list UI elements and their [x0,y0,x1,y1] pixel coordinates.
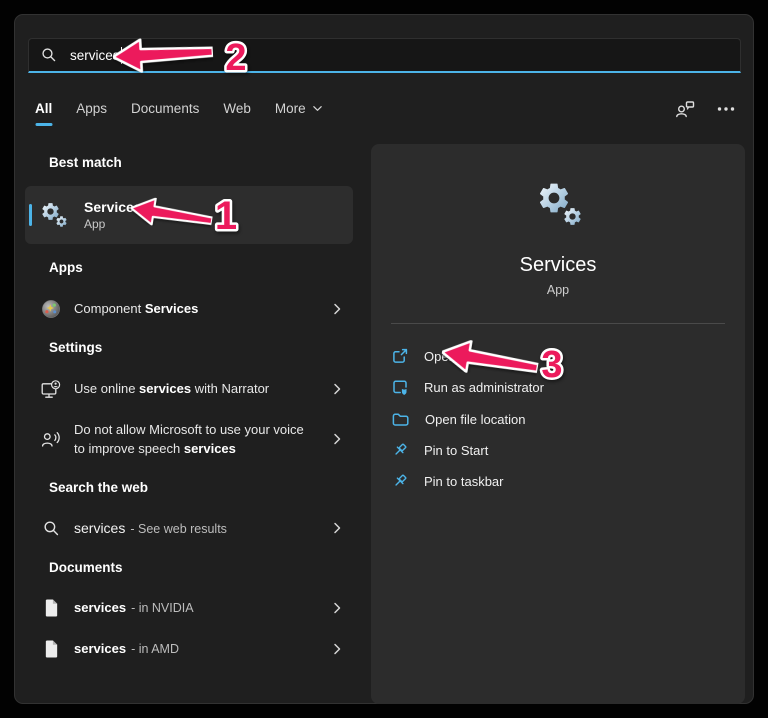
search-highlights-icon[interactable] [675,99,697,119]
services-gears-icon [371,180,745,230]
result-label: Use online services with Narrator [74,379,331,399]
result-document-amd[interactable]: services- in AMD [25,629,355,669]
tab-label: More [275,101,306,116]
component-services-icon [41,299,61,319]
section-settings: Settings [49,339,102,357]
tab-all[interactable]: All [35,97,52,128]
result-web-search[interactable]: services- See web results [25,508,355,548]
tab-selected-indicator [35,123,52,126]
voice-icon [41,429,61,449]
result-label: services- in AMD [74,639,331,659]
action-run-as-administrator[interactable]: Run as administrator [391,374,725,400]
search-icon [41,47,57,63]
tab-documents[interactable]: Documents [131,97,199,128]
search-icon [41,520,61,537]
ellipsis-icon[interactable] [717,106,735,112]
action-label: Pin to taskbar [424,474,504,489]
result-component-services[interactable]: Component Services [25,289,355,329]
best-match-item[interactable]: Services App [25,186,353,244]
action-label: Pin to Start [424,443,488,458]
section-best-match: Best match [49,154,122,172]
services-gears-icon [39,200,71,230]
preview-app-type: App [371,283,745,297]
chevron-right-icon [331,302,343,316]
result-narrator-setting[interactable]: Use online services with Narrator [25,369,355,409]
preview-app-title: Services [371,254,745,277]
chevron-right-icon [331,382,343,396]
result-document-nvidia[interactable]: services- in NVIDIA [25,588,355,628]
result-voice-setting[interactable]: Do not allow Microsoft to use your voice… [25,413,355,465]
tab-label: All [35,101,52,116]
pin-icon [391,441,409,459]
narrator-icon [41,380,61,399]
topbar-actions [675,99,735,119]
chevron-right-icon [331,601,343,615]
document-icon [41,598,61,618]
section-documents: Documents [49,559,123,577]
action-open[interactable]: Open [391,343,725,369]
divider [391,323,725,324]
document-icon [41,639,61,659]
tab-more[interactable]: More [275,97,323,128]
tab-label: Web [223,101,251,116]
search-flyout-window: services All Apps Documents Web More [14,14,754,704]
action-label: Open file location [425,412,525,427]
admin-shield-icon [391,378,409,396]
action-pin-to-taskbar[interactable]: Pin to taskbar [391,468,725,494]
action-open-file-location[interactable]: Open file location [391,406,725,432]
result-label: Do not allow Microsoft to use your voice… [74,420,312,459]
action-pin-to-start[interactable]: Pin to Start [391,437,725,463]
tab-apps[interactable]: Apps [76,97,107,128]
best-match-title: Services [84,199,142,215]
tab-web[interactable]: Web [223,97,251,128]
chevron-right-icon [331,432,343,446]
pin-icon [391,472,409,490]
section-apps: Apps [49,259,83,277]
filter-tab-bar: All Apps Documents Web More [35,97,323,128]
action-label: Open [424,349,456,364]
best-match-subtitle: App [84,217,142,231]
search-value: services [70,48,120,63]
result-label: services- in NVIDIA [74,598,331,618]
chevron-right-icon [331,521,343,535]
tab-label: Apps [76,101,107,116]
open-external-icon [391,347,409,365]
selection-indicator [29,204,32,226]
search-input[interactable]: services [28,38,741,73]
tab-label: Documents [131,101,199,116]
folder-icon [391,410,410,428]
section-search-web: Search the web [49,479,148,497]
result-label: services- See web results [74,518,331,539]
preview-pane: Services App Open Run as administrator [371,144,745,704]
chevron-right-icon [331,642,343,656]
action-label: Run as administrator [424,380,544,395]
result-label: Component Services [74,299,331,319]
chevron-down-icon [312,103,323,114]
text-caret [121,47,122,64]
